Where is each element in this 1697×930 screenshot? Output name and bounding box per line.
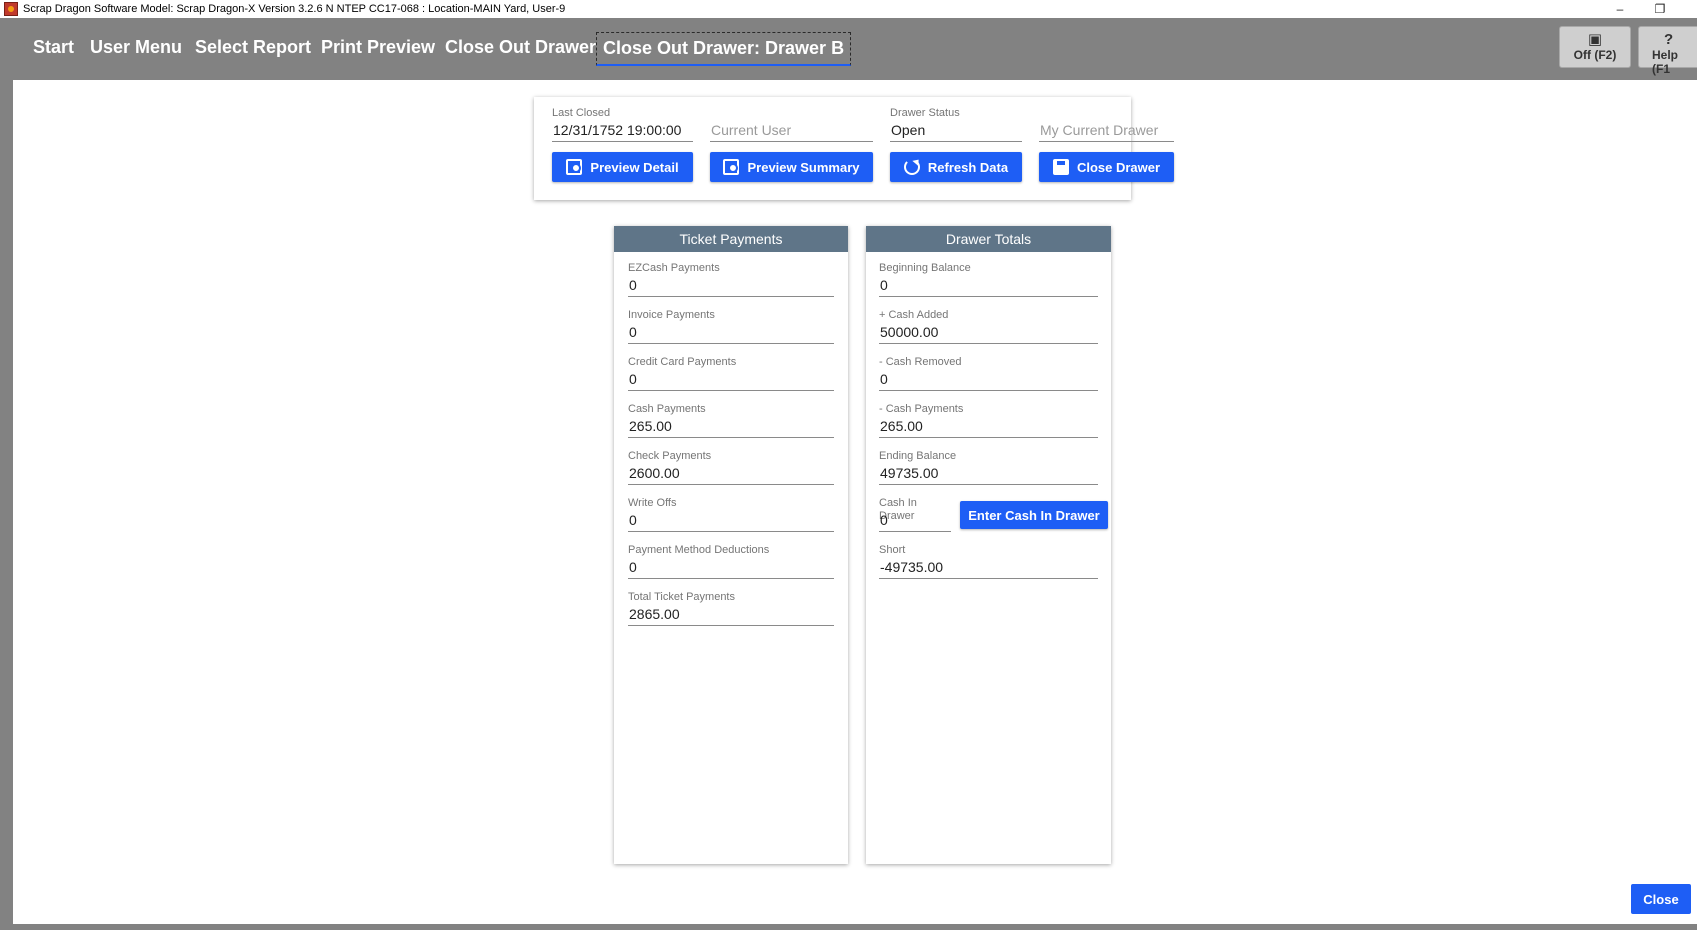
field-label: Cash In Drawer bbox=[879, 497, 917, 522]
field-label: - Cash Payments bbox=[879, 403, 964, 415]
field-label: Check Payments bbox=[628, 450, 712, 462]
last-closed-value: 12/31/1752 19:00:00 bbox=[552, 120, 693, 142]
drawer-cash-payments-field[interactable]: - Cash Payments 265.00 bbox=[879, 403, 1098, 438]
enter-cash-in-drawer-button[interactable]: Enter Cash In Drawer bbox=[960, 501, 1108, 529]
current-user-field[interactable]: Current User bbox=[710, 107, 873, 142]
off-button-label: Off (F2) bbox=[1573, 48, 1617, 62]
top-navigation: Start User Menu Select Report Print Prev… bbox=[0, 18, 1697, 80]
current-user-placeholder: Current User bbox=[710, 120, 873, 142]
field-value: 0 bbox=[628, 557, 834, 579]
short-field[interactable]: Short -49735.00 bbox=[879, 544, 1098, 579]
preview-detail-button[interactable]: Preview Detail bbox=[552, 152, 693, 182]
preview-icon bbox=[723, 159, 740, 175]
check-payments-field[interactable]: Check Payments 2600.00 bbox=[628, 450, 834, 485]
field-label: Credit Card Payments bbox=[628, 356, 737, 368]
field-value: 2865.00 bbox=[628, 604, 834, 626]
my-current-drawer-placeholder: My Current Drawer bbox=[1039, 120, 1174, 142]
field-value: 0 bbox=[879, 369, 1098, 391]
window-titlebar: Scrap Dragon Software Model: Scrap Drago… bbox=[0, 0, 1697, 18]
field-value: -49735.00 bbox=[879, 557, 1098, 579]
monitor-off-icon: ▣ bbox=[1587, 31, 1603, 48]
refresh-icon bbox=[903, 159, 920, 175]
field-value: 50000.00 bbox=[879, 322, 1098, 344]
refresh-data-label: Refresh Data bbox=[927, 159, 1009, 175]
field-label: + Cash Added bbox=[879, 309, 949, 321]
nav-start[interactable]: Start bbox=[33, 32, 74, 66]
close-drawer-button[interactable]: Close Drawer bbox=[1039, 152, 1174, 182]
field-label: Beginning Balance bbox=[879, 262, 971, 274]
field-label: Write Offs bbox=[628, 497, 677, 509]
field-value: 0 bbox=[628, 369, 834, 391]
my-current-drawer-field[interactable]: My Current Drawer bbox=[1039, 107, 1174, 142]
field-value: 49735.00 bbox=[879, 463, 1098, 485]
field-value: 0 bbox=[628, 510, 834, 532]
last-closed-label: Last Closed bbox=[552, 107, 611, 119]
field-label: Ending Balance bbox=[879, 450, 957, 462]
ending-balance-field[interactable]: Ending Balance 49735.00 bbox=[879, 450, 1098, 485]
preview-summary-button[interactable]: Preview Summary bbox=[710, 152, 873, 182]
field-label: - Cash Removed bbox=[879, 356, 962, 368]
field-label: Total Ticket Payments bbox=[628, 591, 735, 603]
field-label: EZCash Payments bbox=[628, 262, 720, 274]
cash-added-field[interactable]: + Cash Added 50000.00 bbox=[879, 309, 1098, 344]
field-value: 0 bbox=[879, 275, 1098, 297]
help-button-label: Help (F1 bbox=[1652, 48, 1679, 76]
drawer-totals-panel: Drawer Totals Beginning Balance 0 + Cash… bbox=[866, 226, 1111, 864]
drawer-status-value: Open bbox=[890, 120, 1022, 142]
drawer-totals-title: Drawer Totals bbox=[866, 226, 1111, 252]
field-value: 0 bbox=[628, 322, 834, 344]
cash-in-drawer-field[interactable]: Cash In Drawer 0 bbox=[879, 497, 951, 532]
drawer-header-card: Last Closed 12/31/1752 19:00:00 Current … bbox=[534, 97, 1174, 200]
field-value: 0 bbox=[628, 275, 834, 297]
minimize-icon[interactable]: – bbox=[1600, 0, 1640, 18]
save-icon bbox=[1052, 159, 1069, 175]
field-value: 2600.00 bbox=[628, 463, 834, 485]
nav-select-report[interactable]: Select Report bbox=[195, 32, 311, 66]
cash-removed-field[interactable]: - Cash Removed 0 bbox=[879, 356, 1098, 391]
ticket-payments-title: Ticket Payments bbox=[614, 226, 848, 252]
write-offs-field[interactable]: Write Offs 0 bbox=[628, 497, 834, 532]
ezcash-payments-field[interactable]: EZCash Payments 0 bbox=[628, 262, 834, 297]
cash-payments-field[interactable]: Cash Payments 265.00 bbox=[628, 403, 834, 438]
nav-close-out-drawer-b[interactable]: Close Out Drawer: Drawer B bbox=[596, 32, 852, 66]
payment-method-deductions-field[interactable]: Payment Method Deductions 0 bbox=[628, 544, 834, 579]
app-logo-icon bbox=[4, 2, 18, 16]
help-icon: ? bbox=[1664, 31, 1674, 48]
field-label: Invoice Payments bbox=[628, 309, 715, 321]
close-button[interactable]: Close bbox=[1631, 884, 1691, 914]
help-button[interactable]: ? Help (F1 bbox=[1638, 26, 1697, 76]
refresh-data-button[interactable]: Refresh Data bbox=[890, 152, 1022, 182]
preview-icon bbox=[566, 159, 583, 175]
drawer-status-label: Drawer Status bbox=[890, 107, 960, 119]
ticket-payments-panel: Ticket Payments EZCash Payments 0 Invoic… bbox=[614, 226, 848, 864]
preview-summary-label: Preview Summary bbox=[747, 159, 860, 175]
off-button[interactable]: ▣ Off (F2) bbox=[1559, 26, 1631, 68]
window-title: Scrap Dragon Software Model: Scrap Drago… bbox=[23, 3, 566, 15]
drawer-status-field[interactable]: Drawer Status Open bbox=[890, 107, 1022, 142]
nav-user-menu[interactable]: User Menu bbox=[90, 32, 182, 66]
beginning-balance-field[interactable]: Beginning Balance 0 bbox=[879, 262, 1098, 297]
preview-detail-label: Preview Detail bbox=[590, 159, 679, 175]
nav-close-out-drawer[interactable]: Close Out Drawer bbox=[445, 32, 596, 66]
invoice-payments-field[interactable]: Invoice Payments 0 bbox=[628, 309, 834, 344]
field-label: Short bbox=[879, 544, 906, 556]
nav-print-preview[interactable]: Print Preview bbox=[321, 32, 435, 66]
field-value: 265.00 bbox=[879, 416, 1098, 438]
field-value: 265.00 bbox=[628, 416, 834, 438]
close-drawer-label: Close Drawer bbox=[1076, 159, 1161, 175]
field-label: Payment Method Deductions bbox=[628, 544, 770, 556]
last-closed-field[interactable]: Last Closed 12/31/1752 19:00:00 bbox=[552, 107, 693, 142]
credit-card-payments-field[interactable]: Credit Card Payments 0 bbox=[628, 356, 834, 391]
main-content: Last Closed 12/31/1752 19:00:00 Current … bbox=[13, 80, 1697, 924]
field-label: Cash Payments bbox=[628, 403, 706, 415]
restore-icon[interactable]: ❐ bbox=[1640, 0, 1680, 18]
total-ticket-payments-field[interactable]: Total Ticket Payments 2865.00 bbox=[628, 591, 834, 626]
